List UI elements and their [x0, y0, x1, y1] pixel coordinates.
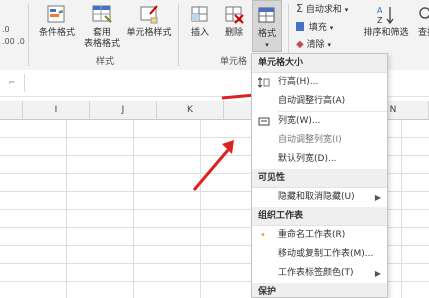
- magnifier-icon: [419, 7, 429, 19]
- menu-item-tab-color[interactable]: 工作表标签颜色(T) ▶: [252, 264, 387, 283]
- insert-button[interactable]: 插入: [184, 4, 216, 39]
- chevron-down-icon: ▾: [327, 41, 331, 49]
- cell-style-label: 单元格样式: [126, 28, 172, 38]
- delete-label: 删除: [224, 28, 243, 38]
- fill-down-icon: [296, 22, 304, 31]
- styles-group-label: 样式: [96, 57, 115, 67]
- hide-unhide-label: 隐藏和取消隐藏(U): [278, 192, 355, 202]
- svg-text:Z: Z: [377, 16, 383, 25]
- format-button[interactable]: 格式 ▾: [252, 0, 282, 52]
- sigma-icon: Σ: [296, 2, 303, 15]
- insert-icon: [191, 6, 208, 22]
- ribbon-expander-icon[interactable]: ⌐: [0, 74, 25, 92]
- column-width-icon: [258, 117, 270, 126]
- chevron-down-icon: ▾: [265, 41, 269, 49]
- conditional-format-label: 条件格式: [38, 28, 75, 38]
- menu-section-cell-size: 单元格大小: [252, 54, 387, 73]
- menu-section-visibility: 可见性: [252, 169, 387, 188]
- delete-button[interactable]: 删除: [218, 4, 250, 39]
- sort-filter-icon: A Z: [377, 6, 394, 25]
- submenu-arrow-icon: ▶: [374, 193, 381, 202]
- menu-item-rename-sheet[interactable]: • 重命名工作表(R): [252, 226, 387, 245]
- svg-text:≠: ≠: [58, 8, 64, 16]
- menu-item-row-height[interactable]: 行高(H)...: [252, 73, 387, 92]
- column-header-k[interactable]: K: [157, 101, 224, 120]
- cells-group-label: 单元格: [220, 57, 248, 67]
- svg-text:A: A: [377, 6, 383, 15]
- format-icon: [258, 7, 275, 23]
- column-header-j[interactable]: J: [90, 101, 157, 120]
- menu-section-organize: 组织工作表: [252, 207, 387, 226]
- autosum-label: 自动求和: [305, 5, 342, 15]
- cell-style-button[interactable]: 单元格样式: [124, 4, 174, 39]
- annotation-arrow-2: [192, 140, 234, 191]
- table-format-label-1: 套用: [92, 28, 111, 38]
- menu-item-hide-unhide[interactable]: 隐藏和取消隐藏(U) ▶: [252, 188, 387, 207]
- delete-icon: [225, 6, 244, 24]
- menu-item-autofit-column[interactable]: 自动调整列宽(I): [252, 131, 387, 150]
- conditional-format-button[interactable]: ≠ 条件格式: [32, 4, 82, 39]
- chevron-down-icon: ▾: [344, 6, 349, 14]
- decimal-buttons[interactable]: .0.00 .0: [2, 24, 25, 48]
- column-header-i[interactable]: I: [23, 101, 90, 120]
- menu-item-move-copy[interactable]: 移动或复制工作表(M)...: [252, 245, 387, 264]
- format-dropdown-menu: 单元格大小 行高(H)... 自动调整行高(A) 列宽(W)... 自动调整列宽…: [251, 53, 388, 298]
- autosum-button[interactable]: Σ 自动求和 ▾: [296, 2, 348, 15]
- eraser-icon: ◆: [296, 39, 304, 50]
- table-format-label-2: 表格格式: [83, 39, 120, 49]
- clear-label: 清除: [306, 40, 325, 50]
- column-header-blank[interactable]: [0, 101, 23, 120]
- conditional-format-icon: ≠: [47, 5, 65, 23]
- menu-item-autofit-row[interactable]: 自动调整行高(A): [252, 92, 387, 111]
- table-format-icon: [92, 5, 112, 23]
- table-format-button[interactable]: 套用 表格格式: [82, 4, 122, 50]
- fill-button[interactable]: 填充 ▾: [296, 20, 333, 33]
- default-width-label: 默认列宽(D)...: [278, 154, 337, 164]
- menu-item-column-width[interactable]: 列宽(W)...: [252, 112, 387, 131]
- rename-sheet-label: 重命名工作表(R): [278, 230, 346, 240]
- fill-label: 填充: [308, 23, 327, 33]
- sort-filter-button[interactable]: A Z 排序和筛选: [360, 4, 412, 39]
- format-label: 格式: [257, 29, 276, 39]
- chevron-down-icon: ▾: [329, 24, 334, 32]
- find-select-label: 查找: [417, 28, 429, 38]
- submenu-arrow-icon: ▶: [374, 269, 381, 278]
- move-copy-label: 移动或复制工作表(M)...: [278, 249, 374, 259]
- menu-section-protect: 保护: [252, 283, 387, 297]
- column-width-label: 列宽(W)...: [278, 116, 321, 126]
- sort-filter-label: 排序和筛选: [363, 28, 409, 38]
- autofit-column-label: 自动调整列宽(I): [278, 135, 342, 145]
- clear-button[interactable]: ◆ 清除 ▾: [296, 37, 331, 50]
- row-height-label: 行高(H)...: [278, 77, 319, 87]
- ribbon-separator: [28, 4, 29, 66]
- ribbon-separator: [178, 4, 179, 66]
- autofit-row-label: 自动调整行高(A): [278, 96, 346, 106]
- rename-sheet-icon: •: [260, 230, 266, 241]
- tab-color-label: 工作表标签颜色(T): [278, 268, 354, 278]
- row-height-icon: [258, 77, 270, 88]
- menu-item-default-width[interactable]: 默认列宽(D)...: [252, 150, 387, 169]
- cell-style-icon: [140, 5, 158, 24]
- insert-label: 插入: [190, 28, 209, 38]
- find-select-button[interactable]: 查找: [412, 4, 429, 39]
